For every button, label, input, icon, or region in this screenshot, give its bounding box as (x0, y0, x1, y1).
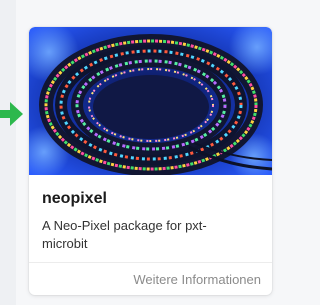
card-title: neopixel (42, 190, 107, 207)
card-image (29, 27, 272, 175)
neopixel-strip-image (29, 27, 272, 175)
arrow-right-icon (0, 102, 23, 126)
card-divider (29, 262, 272, 263)
extension-card-neopixel[interactable]: neopixel A Neo-Pixel package for pxt-mic… (29, 27, 272, 295)
more-info-link[interactable]: Weitere Informationen (133, 272, 261, 287)
page-left-margin (0, 0, 16, 305)
card-description: A Neo-Pixel package for pxt-microbit (42, 218, 207, 251)
